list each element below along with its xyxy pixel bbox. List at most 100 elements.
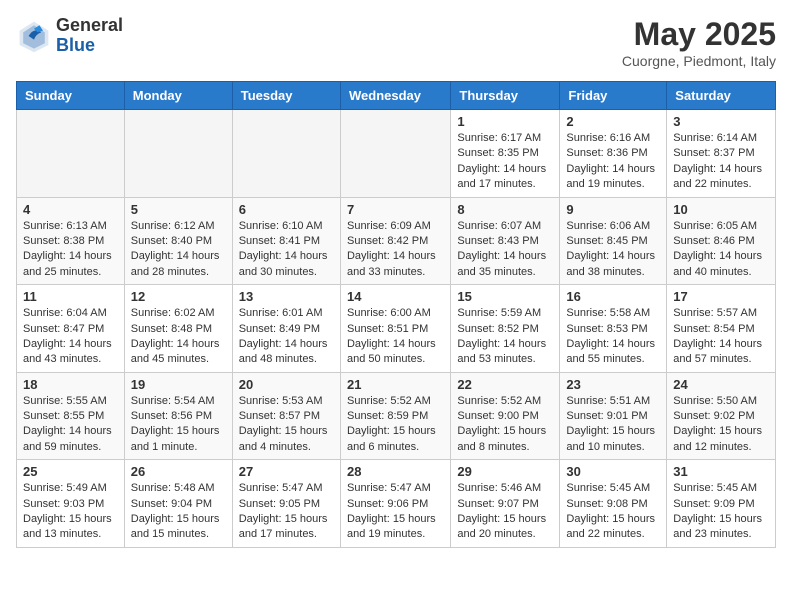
day-info: Sunrise: 6:10 AMSunset: 8:41 PMDaylight:… — [239, 219, 334, 281]
day-number: 15 — [457, 289, 553, 304]
day-info: Sunrise: 5:50 AMSunset: 9:02 PMDaylight:… — [673, 394, 769, 456]
day-info: Sunrise: 5:59 AMSunset: 8:52 PMDaylight:… — [457, 306, 553, 368]
day-number: 6 — [239, 202, 334, 217]
calendar-day-cell: 30 Sunrise: 5:45 AMSunset: 9:08 PMDayligh… — [560, 460, 667, 548]
day-number: 4 — [23, 202, 118, 217]
day-of-week-header: Monday — [124, 82, 232, 110]
day-number: 8 — [457, 202, 553, 217]
calendar-day-cell: 20Sunrise: 5:53 AMSunset: 8:57 PMDayligh… — [232, 372, 340, 460]
day-info: Sunrise: 5:49 AMSunset: 9:03 PMDaylight:… — [23, 481, 118, 543]
calendar-day-cell — [340, 110, 450, 198]
day-number: 30 — [566, 464, 660, 479]
calendar-day-cell: 6 Sunrise: 6:10 AMSunset: 8:41 PMDaylight… — [232, 197, 340, 285]
calendar-day-cell: 12 Sunrise: 6:02 AMSunset: 8:48 PMDayligh… — [124, 285, 232, 373]
day-info: Sunrise: 6:12 AMSunset: 8:40 PMDaylight:… — [131, 219, 226, 281]
day-info: Sunrise: 6:09 AMSunset: 8:42 PMDaylight:… — [347, 219, 444, 281]
day-info: Sunrise: 5:46 AMSunset: 9:07 PMDaylight:… — [457, 481, 553, 543]
calendar-day-cell: 16 Sunrise: 5:58 AMSunset: 8:53 PMDayligh… — [560, 285, 667, 373]
calendar-day-cell: 21 Sunrise: 5:52 AMSunset: 8:59 PMDayligh… — [340, 372, 450, 460]
day-info: Sunrise: 5:45 AMSunset: 9:08 PMDaylight:… — [566, 481, 660, 543]
day-info: Sunrise: 6:04 AMSunset: 8:47 PMDaylight:… — [23, 306, 118, 368]
day-number: 28 — [347, 464, 444, 479]
day-number: 29 — [457, 464, 553, 479]
day-number: 5 — [131, 202, 226, 217]
day-info: Sunrise: 6:13 AMSunset: 8:38 PMDaylight:… — [23, 219, 118, 281]
day-number: 25 — [23, 464, 118, 479]
day-info: Sunrise: 5:51 AMSunset: 9:01 PMDaylight:… — [566, 394, 660, 456]
logo-icon — [16, 18, 52, 54]
day-of-week-header: Saturday — [667, 82, 776, 110]
day-number: 17 — [673, 289, 769, 304]
day-number: 20 — [239, 377, 334, 392]
calendar-day-cell: 11 Sunrise: 6:04 AMSunset: 8:47 PMDayligh… — [17, 285, 125, 373]
day-info: Sunrise: 6:17 AMSunset: 8:35 PMDaylight:… — [457, 131, 553, 193]
calendar-week-row: 1 Sunrise: 6:17 AMSunset: 8:35 PMDaylight… — [17, 110, 776, 198]
day-of-week-header: Wednesday — [340, 82, 450, 110]
calendar-day-cell: 14Sunrise: 6:00 AMSunset: 8:51 PMDayligh… — [340, 285, 450, 373]
day-number: 1 — [457, 114, 553, 129]
day-of-week-header: Friday — [560, 82, 667, 110]
logo-text: General Blue — [56, 16, 123, 56]
calendar-day-cell: 19Sunrise: 5:54 AMSunset: 8:56 PMDayligh… — [124, 372, 232, 460]
calendar-day-cell: 22 Sunrise: 5:52 AMSunset: 9:00 PMDayligh… — [451, 372, 560, 460]
calendar-day-cell: 18Sunrise: 5:55 AMSunset: 8:55 PMDayligh… — [17, 372, 125, 460]
page-header: General Blue May 2025 Cuorgne, Piedmont,… — [16, 16, 776, 69]
day-number: 16 — [566, 289, 660, 304]
calendar-day-cell: 15 Sunrise: 5:59 AMSunset: 8:52 PMDayligh… — [451, 285, 560, 373]
calendar-day-cell: 9 Sunrise: 6:06 AMSunset: 8:45 PMDaylight… — [560, 197, 667, 285]
day-of-week-header: Thursday — [451, 82, 560, 110]
day-number: 21 — [347, 377, 444, 392]
day-info: Sunrise: 5:45 AMSunset: 9:09 PMDaylight:… — [673, 481, 769, 543]
calendar-day-cell: 17 Sunrise: 5:57 AMSunset: 8:54 PMDayligh… — [667, 285, 776, 373]
day-number: 24 — [673, 377, 769, 392]
day-info: Sunrise: 6:02 AMSunset: 8:48 PMDaylight:… — [131, 306, 226, 368]
location: Cuorgne, Piedmont, Italy — [622, 53, 776, 69]
day-info: Sunrise: 5:58 AMSunset: 8:53 PMDaylight:… — [566, 306, 660, 368]
day-number: 18 — [23, 377, 118, 392]
day-number: 3 — [673, 114, 769, 129]
calendar-day-cell: 28 Sunrise: 5:47 AMSunset: 9:06 PMDayligh… — [340, 460, 450, 548]
calendar-day-cell: 10 Sunrise: 6:05 AMSunset: 8:46 PMDayligh… — [667, 197, 776, 285]
calendar-day-cell: 8 Sunrise: 6:07 AMSunset: 8:43 PMDaylight… — [451, 197, 560, 285]
calendar-day-cell: 31 Sunrise: 5:45 AMSunset: 9:09 PMDayligh… — [667, 460, 776, 548]
month-title: May 2025 — [622, 16, 776, 53]
calendar-day-cell: 5 Sunrise: 6:12 AMSunset: 8:40 PMDaylight… — [124, 197, 232, 285]
day-number: 9 — [566, 202, 660, 217]
calendar-day-cell: 27Sunrise: 5:47 AMSunset: 9:05 PMDayligh… — [232, 460, 340, 548]
day-number: 27 — [239, 464, 334, 479]
day-info: Sunrise: 6:05 AMSunset: 8:46 PMDaylight:… — [673, 219, 769, 281]
day-number: 23 — [566, 377, 660, 392]
calendar-header-row: SundayMondayTuesdayWednesdayThursdayFrid… — [17, 82, 776, 110]
day-number: 10 — [673, 202, 769, 217]
day-number: 31 — [673, 464, 769, 479]
day-number: 12 — [131, 289, 226, 304]
logo-general: General — [56, 16, 123, 36]
day-info: Sunrise: 6:01 AMSunset: 8:49 PMDaylight:… — [239, 306, 334, 368]
day-info: Sunrise: 6:06 AMSunset: 8:45 PMDaylight:… — [566, 219, 660, 281]
title-block: May 2025 Cuorgne, Piedmont, Italy — [622, 16, 776, 69]
day-number: 11 — [23, 289, 118, 304]
calendar-day-cell: 7Sunrise: 6:09 AMSunset: 8:42 PMDaylight… — [340, 197, 450, 285]
day-info: Sunrise: 5:57 AMSunset: 8:54 PMDaylight:… — [673, 306, 769, 368]
calendar-day-cell: 4 Sunrise: 6:13 AMSunset: 8:38 PMDaylight… — [17, 197, 125, 285]
calendar-day-cell — [17, 110, 125, 198]
day-number: 22 — [457, 377, 553, 392]
day-info: Sunrise: 5:54 AMSunset: 8:56 PMDaylight:… — [131, 394, 226, 456]
calendar-week-row: 11 Sunrise: 6:04 AMSunset: 8:47 PMDayligh… — [17, 285, 776, 373]
calendar-table: SundayMondayTuesdayWednesdayThursdayFrid… — [16, 81, 776, 548]
day-info: Sunrise: 5:47 AMSunset: 9:06 PMDaylight:… — [347, 481, 444, 543]
day-of-week-header: Sunday — [17, 82, 125, 110]
day-info: Sunrise: 6:00 AMSunset: 8:51 PMDaylight:… — [347, 306, 444, 368]
calendar-day-cell: 1 Sunrise: 6:17 AMSunset: 8:35 PMDaylight… — [451, 110, 560, 198]
day-info: Sunrise: 6:14 AMSunset: 8:37 PMDaylight:… — [673, 131, 769, 193]
calendar-day-cell: 29 Sunrise: 5:46 AMSunset: 9:07 PMDayligh… — [451, 460, 560, 548]
day-info: Sunrise: 6:07 AMSunset: 8:43 PMDaylight:… — [457, 219, 553, 281]
logo: General Blue — [16, 16, 123, 56]
calendar-day-cell: 24 Sunrise: 5:50 AMSunset: 9:02 PMDayligh… — [667, 372, 776, 460]
calendar-day-cell: 13 Sunrise: 6:01 AMSunset: 8:49 PMDayligh… — [232, 285, 340, 373]
day-number: 13 — [239, 289, 334, 304]
day-info: Sunrise: 5:52 AMSunset: 9:00 PMDaylight:… — [457, 394, 553, 456]
day-number: 26 — [131, 464, 226, 479]
calendar-day-cell: 3 Sunrise: 6:14 AMSunset: 8:37 PMDaylight… — [667, 110, 776, 198]
day-info: Sunrise: 5:52 AMSunset: 8:59 PMDaylight:… — [347, 394, 444, 456]
